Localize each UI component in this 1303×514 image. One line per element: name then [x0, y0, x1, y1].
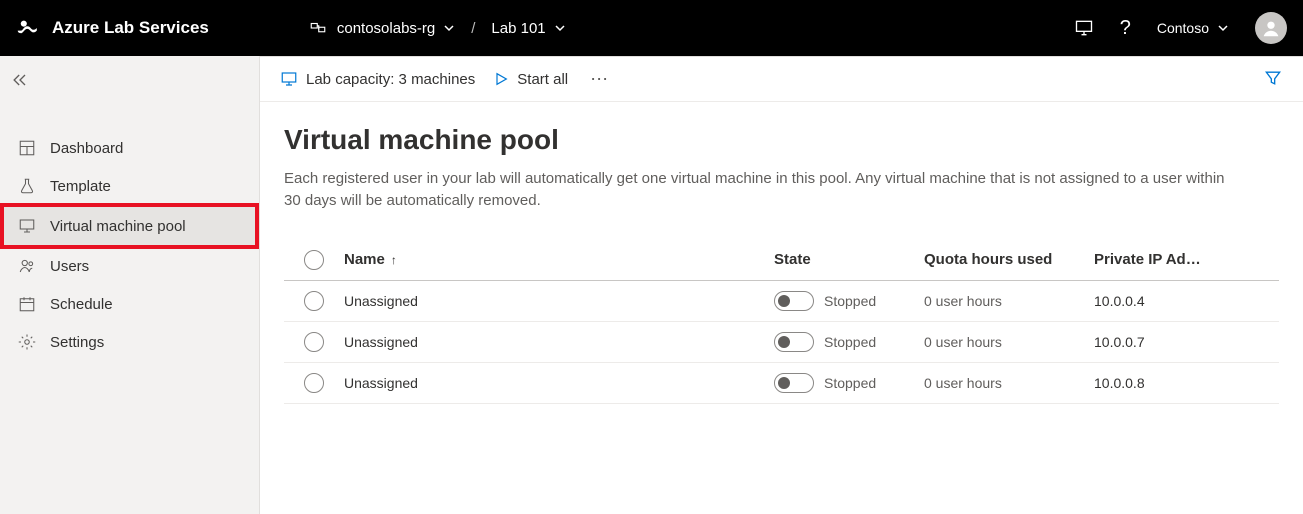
row-select-radio[interactable]: [304, 291, 324, 311]
power-toggle[interactable]: [774, 373, 814, 393]
sidebar-item-template[interactable]: Template: [0, 167, 259, 205]
filter-button[interactable]: [1263, 68, 1283, 91]
cell-quota: 0 user hours: [924, 293, 1094, 309]
start-all-label: Start all: [517, 71, 568, 88]
cell-name: Unassigned: [344, 293, 774, 309]
page-description: Each registered user in your lab will au…: [284, 168, 1244, 212]
sidebar-item-label: Template: [50, 178, 111, 195]
table-header-row: Name ↑ State Quota hours used Private IP …: [284, 240, 1279, 281]
start-all-button[interactable]: Start all: [493, 71, 568, 88]
row-select-radio[interactable]: [304, 332, 324, 352]
dashboard-icon: [18, 139, 36, 157]
page-content: Virtual machine pool Each registered use…: [260, 102, 1303, 404]
calendar-icon: [18, 295, 36, 313]
sidebar-item-settings[interactable]: Settings: [0, 323, 259, 361]
column-header-ip[interactable]: Private IP Ad…: [1094, 251, 1279, 268]
monitor-icon: [280, 70, 298, 88]
sidebar: Dashboard Template Virtual machine pool …: [0, 56, 260, 514]
lab-label: Lab 101: [491, 20, 545, 37]
row-select-radio[interactable]: [304, 373, 324, 393]
filter-icon: [1263, 68, 1283, 88]
product-name: Azure Lab Services: [52, 18, 209, 38]
cell-name: Unassigned: [344, 334, 774, 350]
sidebar-item-label: Users: [50, 258, 89, 275]
cell-quota: 0 user hours: [924, 334, 1094, 350]
column-header-label: State: [774, 251, 811, 268]
sidebar-item-vm-pool[interactable]: Virtual machine pool: [4, 207, 255, 245]
play-icon: [493, 71, 509, 87]
help-button[interactable]: ?: [1120, 17, 1131, 40]
sidebar-item-schedule[interactable]: Schedule: [0, 285, 259, 323]
main: Lab capacity: 3 machines Start all ⋯ Vir…: [260, 56, 1303, 514]
select-all-radio[interactable]: [304, 250, 324, 270]
power-toggle[interactable]: [774, 291, 814, 311]
chevron-down-icon: [1217, 22, 1229, 34]
state-label: Stopped: [824, 334, 876, 350]
breadcrumb-lab[interactable]: Lab 101: [491, 20, 565, 37]
cell-state: Stopped: [774, 332, 924, 352]
sidebar-item-users[interactable]: Users: [0, 247, 259, 285]
sidebar-item-label: Dashboard: [50, 140, 123, 157]
breadcrumb-resource-group[interactable]: contosolabs-rg: [337, 20, 455, 37]
sidebar-item-dashboard[interactable]: Dashboard: [0, 129, 259, 167]
double-chevron-left-icon: [10, 70, 30, 90]
azure-logo-icon: [16, 15, 42, 41]
account-selector[interactable]: Contoso: [1157, 20, 1229, 36]
column-header-state[interactable]: State: [774, 251, 924, 268]
table-row[interactable]: Unassigned Stopped 0 user hours10.0.0.7: [284, 322, 1279, 363]
breadcrumb: contosolabs-rg / Lab 101: [309, 19, 566, 37]
table-body: UnassignedStopped0 user hours10.0.0.4Una…: [284, 281, 1279, 404]
cell-ip: 10.0.0.8: [1094, 375, 1279, 391]
cell-ip: 10.0.0.7: [1094, 334, 1279, 350]
sidebar-highlight: Virtual machine pool: [0, 203, 259, 249]
vm-table: Name ↑ State Quota hours used Private IP …: [284, 240, 1279, 404]
page-title: Virtual machine pool: [284, 124, 1279, 156]
column-header-label: Private IP Ad…: [1094, 251, 1201, 268]
monitor-icon: [18, 217, 36, 235]
account-label: Contoso: [1157, 20, 1209, 36]
sidebar-nav: Dashboard Template Virtual machine pool …: [0, 129, 259, 361]
chevron-down-icon: [443, 22, 455, 34]
column-header-label: Quota hours used: [924, 251, 1052, 268]
product-brand[interactable]: Azure Lab Services: [16, 15, 209, 41]
breadcrumb-separator: /: [465, 20, 481, 37]
state-label: Stopped: [824, 375, 876, 391]
avatar[interactable]: [1255, 12, 1287, 44]
flask-icon: [18, 177, 36, 195]
cell-ip: 10.0.0.4: [1094, 293, 1279, 309]
sidebar-collapse-button[interactable]: [0, 64, 259, 99]
cell-state: Stopped: [774, 373, 924, 393]
cell-state: Stopped: [774, 291, 924, 311]
sort-asc-icon: ↑: [391, 253, 397, 267]
users-icon: [18, 257, 36, 275]
cell-quota: 0 user hours: [924, 375, 1094, 391]
power-toggle[interactable]: [774, 332, 814, 352]
chevron-down-icon: [554, 22, 566, 34]
sidebar-item-label: Settings: [50, 334, 104, 351]
table-row[interactable]: Unassigned Stopped 0 user hours10.0.0.4: [284, 281, 1279, 322]
monitor-button[interactable]: [1074, 18, 1094, 38]
column-header-name[interactable]: Name ↑: [344, 251, 774, 268]
body-layout: Dashboard Template Virtual machine pool …: [0, 56, 1303, 514]
lab-capacity-label: Lab capacity: 3 machines: [306, 71, 475, 88]
sidebar-item-label: Virtual machine pool: [50, 218, 186, 235]
column-header-label: Name: [344, 251, 385, 268]
gear-icon: [18, 333, 36, 351]
resource-group-label: contosolabs-rg: [337, 20, 435, 37]
more-actions-button[interactable]: ⋯: [586, 69, 613, 90]
state-label: Stopped: [824, 293, 876, 309]
column-header-quota[interactable]: Quota hours used: [924, 251, 1094, 268]
person-icon: [1260, 17, 1282, 39]
top-bar: Azure Lab Services contosolabs-rg / Lab …: [0, 0, 1303, 56]
command-bar: Lab capacity: 3 machines Start all ⋯: [260, 56, 1303, 102]
resource-group-icon: [309, 19, 327, 37]
cell-name: Unassigned: [344, 375, 774, 391]
topbar-right: ? Contoso: [1074, 12, 1287, 44]
table-row[interactable]: Unassigned Stopped 0 user hours10.0.0.8: [284, 363, 1279, 404]
sidebar-item-label: Schedule: [50, 296, 113, 313]
lab-capacity-button[interactable]: Lab capacity: 3 machines: [280, 70, 475, 88]
